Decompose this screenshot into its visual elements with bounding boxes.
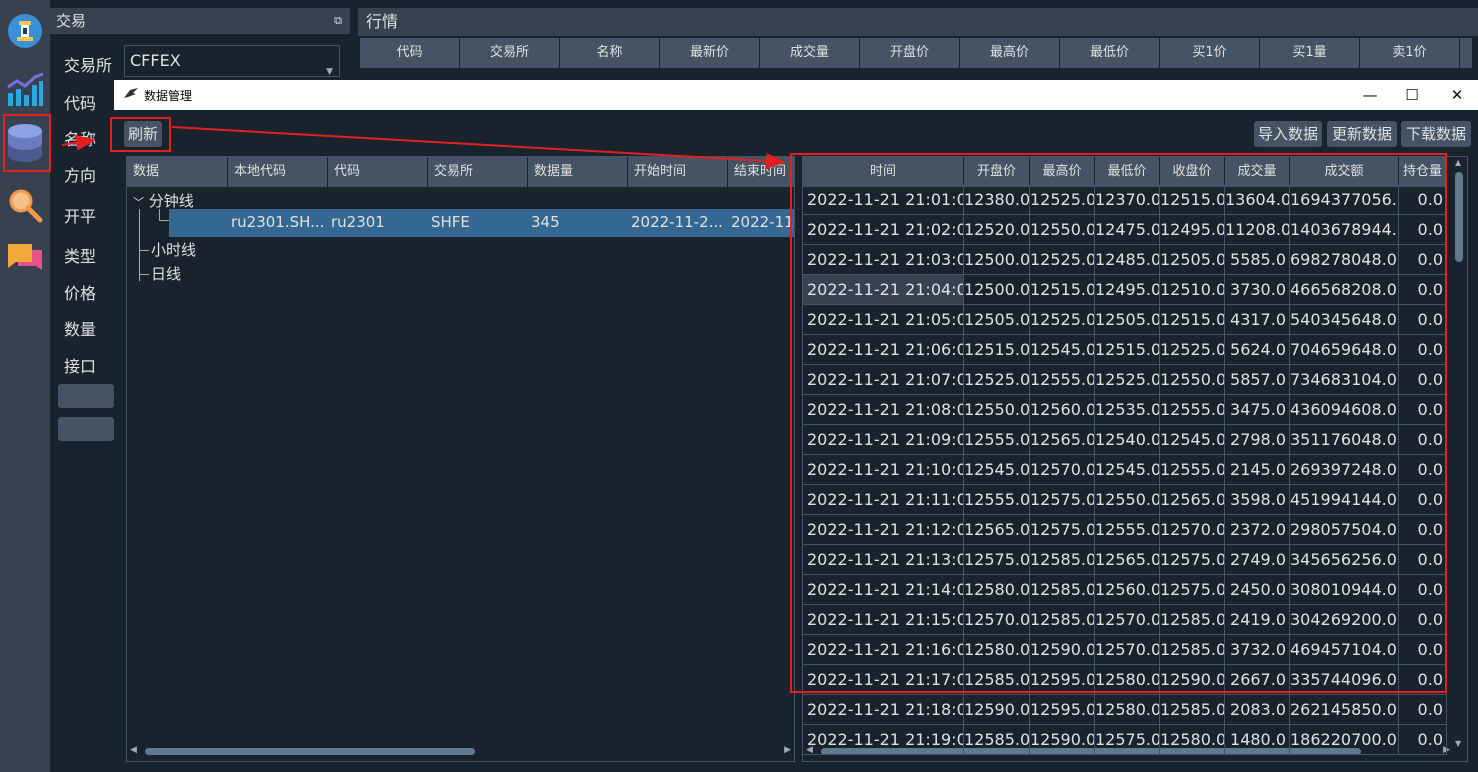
annotation-arrow-to-refresh	[61, 134, 96, 151]
annotation-arrows	[61, 126, 786, 169]
annotation-arrow-to-table	[171, 126, 786, 169]
